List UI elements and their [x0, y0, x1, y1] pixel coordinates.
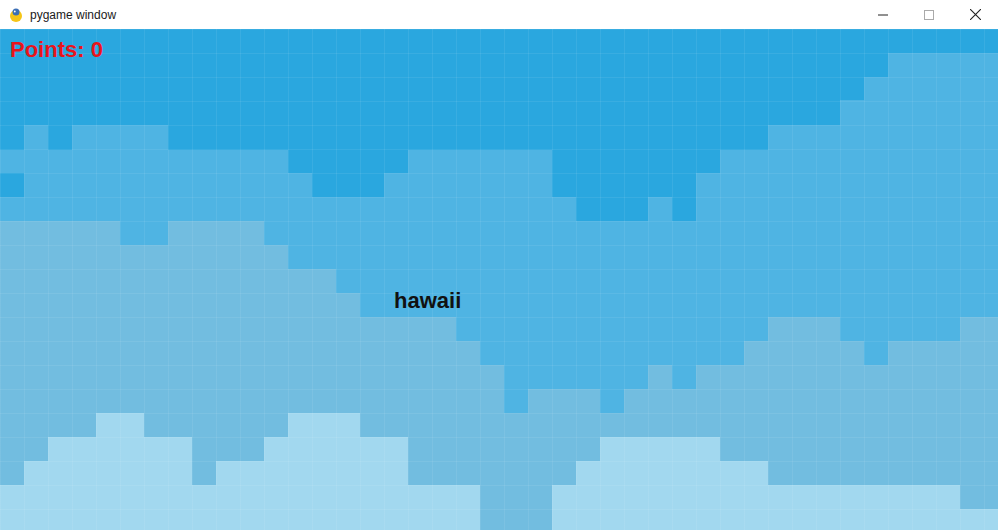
points-counter: Points: 0	[10, 37, 103, 63]
target-word: hawaii	[394, 288, 461, 314]
grid-overlay	[0, 29, 998, 530]
window-title: pygame window	[30, 8, 116, 22]
close-icon	[970, 9, 981, 20]
minimize-icon	[878, 10, 888, 20]
maximize-button[interactable]	[906, 0, 952, 29]
minimize-button[interactable]	[860, 0, 906, 29]
title-bar: pygame window	[0, 0, 998, 29]
game-canvas: Points: 0 hawaii	[0, 29, 998, 530]
pygame-snake-icon	[8, 7, 24, 23]
game-window: pygame window Points: 0 hawaii	[0, 0, 998, 530]
maximize-icon	[924, 10, 934, 20]
close-button[interactable]	[952, 0, 998, 29]
